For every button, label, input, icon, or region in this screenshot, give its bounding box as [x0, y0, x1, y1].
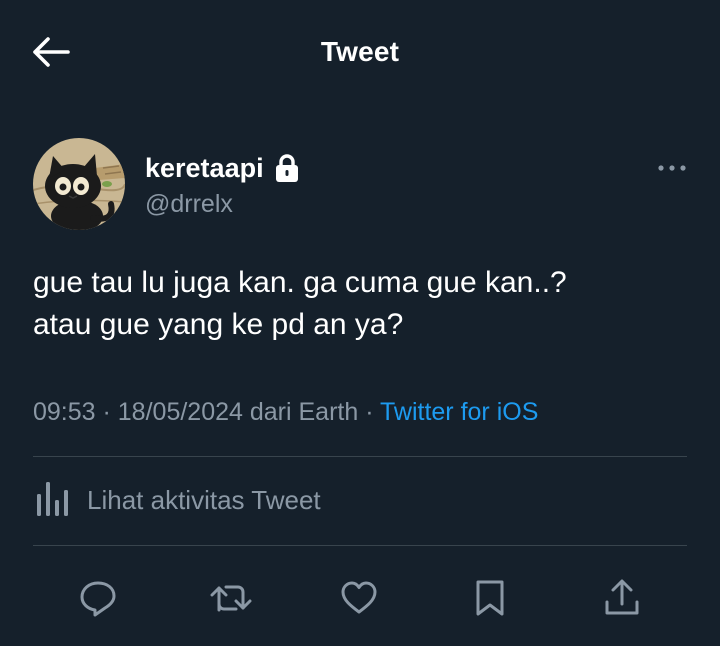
share-icon	[605, 579, 639, 615]
bookmark-button[interactable]	[462, 570, 518, 626]
reply-button[interactable]	[70, 570, 126, 626]
top-bar: Tweet	[0, 0, 720, 104]
tweet-metadata: 09:53 · 18/05/2024 dari Earth · Twitter …	[33, 398, 538, 427]
tweet-text-line: gue tau lu juga kan. ga cuma gue kan..?	[33, 266, 567, 299]
tweet-actions-bar	[0, 570, 720, 626]
display-name[interactable]: keretaapi	[145, 153, 264, 184]
view-activity-button[interactable]: Lihat aktivitas Tweet	[33, 470, 321, 530]
author-names: keretaapi @drrelx	[145, 152, 300, 219]
meta-separator: ·	[95, 398, 118, 426]
bookmark-icon	[476, 580, 504, 616]
meta-separator: ·	[358, 398, 381, 426]
share-button[interactable]	[594, 570, 650, 626]
reply-icon	[80, 581, 116, 617]
divider	[33, 545, 687, 546]
lock-icon	[275, 154, 298, 182]
divider	[33, 456, 687, 457]
more-horizontal-icon	[658, 165, 686, 171]
heart-icon	[341, 581, 377, 614]
author-handle[interactable]: @drrelx	[145, 190, 300, 219]
tweet-text-line: atau gue yang ke pd an ya?	[33, 308, 404, 341]
retweet-icon	[210, 585, 252, 612]
display-name-row: keretaapi	[145, 152, 300, 184]
view-activity-label: Lihat aktivitas Tweet	[87, 484, 321, 515]
tweet-author: keretaapi @drrelx	[33, 138, 687, 230]
tweet-time[interactable]: 09:53	[33, 398, 96, 426]
retweet-button[interactable]	[203, 570, 259, 626]
like-button[interactable]	[331, 570, 387, 626]
tweet-source[interactable]: Twitter for iOS	[380, 398, 538, 426]
tweet-location: dari Earth	[242, 398, 359, 426]
tweet-date[interactable]: 18/05/2024	[118, 398, 243, 426]
analytics-bars-icon	[37, 482, 68, 516]
black-cat-avatar	[33, 138, 125, 230]
avatar[interactable]	[33, 138, 125, 230]
page-title: Tweet	[320, 36, 400, 67]
tweet-text: gue tau lu juga kan. ga cuma gue kan..? …	[33, 262, 683, 346]
more-options-button[interactable]	[657, 158, 687, 178]
